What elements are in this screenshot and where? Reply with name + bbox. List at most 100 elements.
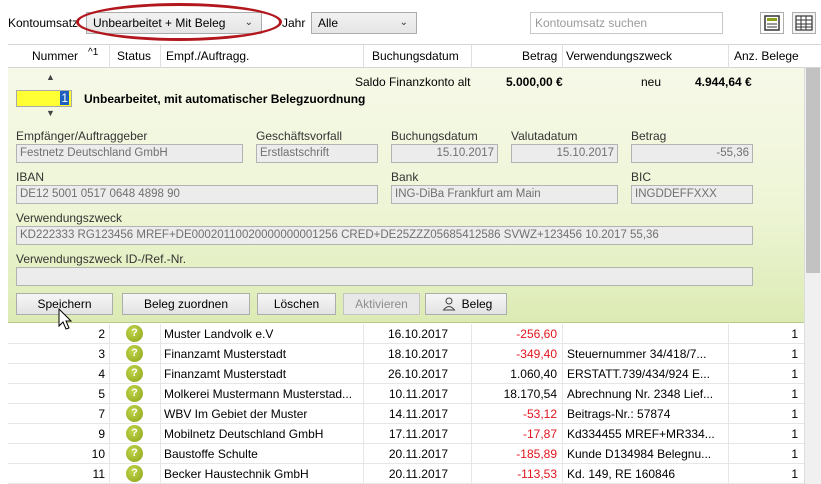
beleg-zuordnen-button[interactable]: Beleg zuordnen [122, 293, 250, 315]
saldo-value: 5.000,00 € [506, 75, 563, 89]
empfaenger-field[interactable]: Festnetz Deutschland GmbH [16, 144, 243, 163]
loeschen-button[interactable]: Löschen [257, 293, 336, 315]
row-buchungsdatum: 10.11.2017 [388, 387, 448, 401]
row-betrag: -185,89 [516, 447, 557, 461]
row-nummer: 4 [98, 367, 105, 381]
row-nummer: 11 [92, 467, 105, 481]
row-verwendungszweck: Beitrags-Nr.: 57874 [567, 407, 671, 421]
question-status-icon[interactable]: ? [126, 425, 143, 442]
betrag-label: Betrag [631, 129, 667, 143]
table-row[interactable]: 4? Finanzamt Musterstadt 26.10.2017 1.060,4… [8, 364, 804, 384]
number-stepper[interactable]: 1 [16, 90, 72, 107]
column-header-verwendungszweck[interactable]: Verwendungszweck [566, 49, 672, 63]
increment-arrow-icon[interactable]: ▲ [46, 72, 55, 82]
person-icon [442, 297, 456, 311]
row-anz-belege: 1 [791, 407, 798, 421]
table-row[interactable]: 2? Muster Landvolk e.V 16.10.2017 -256,60 1 [8, 324, 804, 344]
decrement-arrow-icon[interactable]: ▼ [46, 108, 55, 118]
buchungsdatum-field[interactable]: 15.10.2017 [391, 144, 498, 163]
row-buchungsdatum: 16.10.2017 [387, 327, 448, 341]
scrollbar-thumb[interactable] [806, 68, 820, 273]
row-anz-belege: 1 [791, 327, 798, 341]
row-betrag: 18.170,54 [503, 387, 557, 401]
row-empf: Mobilnetz Deutschland GmbH [164, 427, 324, 441]
table-row[interactable]: 3? Finanzamt Musterstadt 18.10.2017 -349,40… [8, 344, 804, 364]
buchungsdatum-label: Buchungsdatum [391, 129, 478, 143]
aktivieren-button[interactable]: Aktivieren [343, 293, 420, 315]
verwendungszweck-id-label: Verwendungszweck ID-/Ref.-Nr. [16, 252, 187, 266]
question-status-icon[interactable]: ? [126, 385, 143, 402]
geschaeftsvorfall-field[interactable]: Erstlastschrift [256, 144, 378, 163]
iban-label: IBAN [16, 170, 45, 184]
row-betrag: -349,40 [516, 347, 557, 361]
row-betrag: -113,53 [517, 467, 557, 481]
question-status-icon[interactable]: ? [126, 365, 143, 382]
vertical-scrollbar[interactable] [804, 68, 821, 484]
row-empf: Baustoffe Schulte [164, 447, 258, 461]
row-buchungsdatum: 26.10.2017 [387, 367, 448, 381]
row-empf: Becker Haustechnik GmbH [164, 467, 309, 481]
bank-field[interactable]: ING-DiBa Frankfurt am Main [391, 185, 618, 204]
jahr-select[interactable]: Alle ⌄ [311, 12, 417, 34]
row-verwendungszweck: Steuernummer 34/418/7... [567, 347, 707, 361]
detail-title: Unbearbeitet, mit automatischer Belegzuo… [84, 92, 366, 106]
row-buchungsdatum: 20.11.2017 [388, 467, 448, 481]
row-verwendungszweck: Kd. 149, RE 160846 [567, 467, 676, 481]
verwendungszweck-field[interactable]: KD222333 RG123456 MREF+DE000201100200000… [16, 226, 753, 245]
table-view-icon [795, 15, 813, 31]
table-row[interactable]: 10? Baustoffe Schulte 20.11.2017 -185,89 Kun… [8, 444, 804, 464]
beleg-button[interactable]: Beleg [425, 293, 507, 315]
row-anz-belege: 1 [791, 427, 798, 441]
bic-label: BIC [631, 170, 652, 184]
row-empf: Finanzamt Musterstadt [164, 347, 287, 361]
column-header-empf[interactable]: Empf./Auftragg. [166, 49, 249, 63]
row-buchungsdatum: 20.11.2017 [388, 447, 448, 461]
row-nummer: 7 [98, 407, 105, 421]
bank-label: Bank [391, 170, 419, 184]
valutadatum-field[interactable]: 15.10.2017 [511, 144, 618, 163]
row-betrag: -53,12 [522, 407, 557, 421]
column-header-nummer[interactable]: Nummer [32, 49, 78, 63]
row-betrag: 1.060,40 [510, 367, 557, 381]
row-empf: Molkerei Mustermann Musterstad... [164, 387, 353, 401]
highlight-annotation [76, 3, 282, 41]
row-nummer: 2 [98, 327, 105, 341]
iban-field[interactable]: DE12 5001 0517 0648 4898 90 [16, 185, 378, 204]
detail-panel: ▲ ▼ 1 Unbearbeitet, mit automatischer Be… [8, 68, 804, 323]
column-header-status[interactable]: Status [117, 49, 151, 63]
row-nummer: 5 [98, 387, 105, 401]
row-verwendungszweck: Kunde D134984 Belegnu... [567, 447, 712, 461]
table-row[interactable]: 11? Becker Haustechnik GmbH 20.11.2017 -113… [8, 464, 804, 484]
empfaenger-label: Empfänger/Auftraggeber [16, 129, 148, 143]
table-view-button[interactable] [792, 12, 816, 34]
row-anz-belege: 1 [791, 467, 798, 481]
verwendungszweck-id-field[interactable] [16, 267, 753, 286]
row-buchungsdatum: 14.11.2017 [388, 407, 448, 421]
detail-view-button[interactable] [760, 12, 784, 34]
detail-view-icon [764, 15, 780, 31]
table-row[interactable]: 5? Molkerei Mustermann Musterstad... 10.11… [8, 384, 804, 404]
table-row[interactable]: 7? WBV Im Gebiet der Muster 14.11.2017 -53,… [8, 404, 804, 424]
column-header-anz-belege[interactable]: Anz. Belege [734, 49, 799, 63]
jahr-select-value: Alle [318, 16, 339, 30]
beleg-button-label: Beleg [461, 297, 493, 311]
question-status-icon[interactable]: ? [126, 405, 143, 422]
question-status-icon[interactable]: ? [126, 345, 143, 362]
table-row[interactable]: 9? Mobilnetz Deutschland GmbH 17.11.2017 -1… [8, 424, 804, 444]
number-stepper-value: 1 [60, 91, 69, 105]
question-status-icon[interactable]: ? [126, 445, 143, 462]
column-header-betrag[interactable]: Betrag [522, 49, 557, 63]
row-nummer: 3 [98, 347, 105, 361]
row-buchungsdatum: 17.11.2017 [388, 427, 448, 441]
question-status-icon[interactable]: ? [126, 465, 143, 482]
betrag-field[interactable]: -55,36 [631, 144, 753, 163]
search-input[interactable]: Kontoumsatz suchen [530, 12, 723, 34]
jahr-label: Jahr [282, 16, 306, 30]
column-header-buchungsdatum[interactable]: Buchungsdatum [372, 49, 459, 63]
row-anz-belege: 1 [791, 387, 798, 401]
row-anz-belege: 1 [791, 347, 798, 361]
bic-field[interactable]: INGDDEFFXXX [631, 185, 753, 204]
question-status-icon[interactable]: ? [126, 325, 143, 342]
row-verwendungszweck: Abrechnung Nr. 2348 Lief... [567, 387, 714, 401]
verwendungszweck-label: Verwendungszweck [16, 211, 123, 225]
